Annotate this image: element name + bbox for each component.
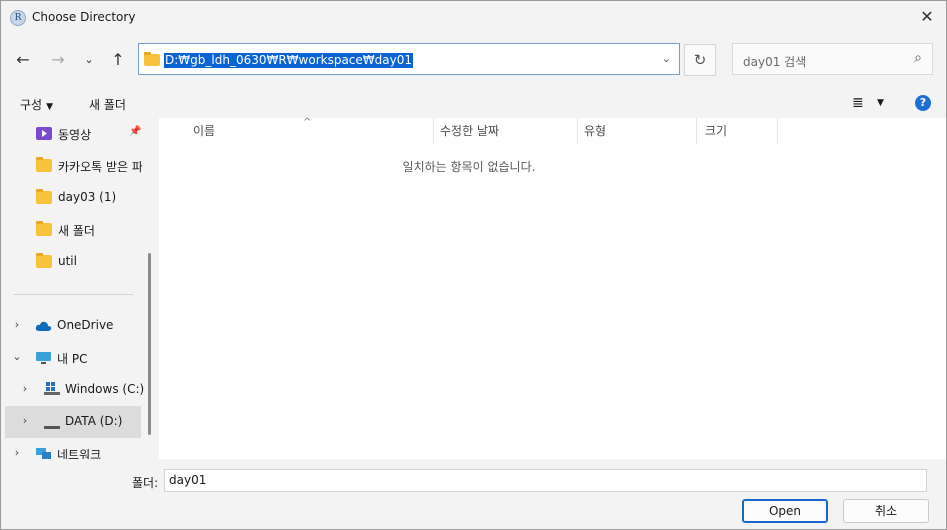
chevron-right-icon[interactable]: › — [11, 318, 23, 331]
organize-button[interactable]: 구성 ▼ — [20, 96, 53, 113]
column-header-date-modified[interactable]: 수정한 날짜 — [440, 118, 499, 144]
column-divider[interactable] — [577, 118, 578, 144]
choose-directory-dialog: R Choose Directory ✕ ← → ⌄ ↑ D:₩gb_ldh_0… — [0, 0, 947, 530]
pin-icon[interactable]: 📌 — [129, 126, 141, 137]
sidebar-item-label: util — [58, 254, 77, 268]
caret-down-icon: ▼ — [46, 102, 54, 112]
command-bar: 구성 ▼ 새 폴더 ≣ ▼ — [1, 88, 946, 118]
sidebar-item-data-d[interactable]: › DATA (D:) — [5, 406, 141, 438]
title-bar: R Choose Directory ✕ — [1, 1, 946, 34]
sidebar-item-kakaotalk[interactable]: 카카오톡 받은 파 — [5, 150, 142, 182]
sidebar-item-videos[interactable]: 동영상 📌 — [5, 118, 141, 150]
divider — [13, 294, 133, 295]
address-path[interactable]: D:₩gb_ldh_0630₩R₩workspace₩day01 — [164, 53, 413, 68]
folder-name-input[interactable]: day01 — [164, 469, 927, 492]
cancel-button[interactable]: 취소 — [843, 499, 929, 523]
back-arrow-icon[interactable]: ← — [11, 48, 35, 72]
sort-ascending-icon: ^ — [303, 117, 312, 128]
forward-arrow-icon[interactable]: → — [46, 48, 70, 72]
network-icon — [35, 447, 51, 459]
new-folder-button[interactable]: 새 폴더 — [89, 96, 126, 113]
folder-icon — [36, 189, 52, 204]
address-bar[interactable]: D:₩gb_ldh_0630₩R₩workspace₩day01 ⌄ — [138, 43, 680, 75]
sidebar-item-day03[interactable]: day03 (1) — [5, 182, 141, 214]
sidebar-item-label: 카카오톡 받은 파 — [58, 160, 142, 174]
chevron-right-icon[interactable]: › — [19, 414, 31, 427]
sidebar-item-label: Windows (C:) — [65, 382, 145, 396]
folder-icon — [144, 52, 160, 66]
sidebar-item-new-folder[interactable]: 새 폴더 — [5, 214, 141, 246]
sidebar-item-label: 새 폴더 — [58, 224, 95, 238]
file-list-pane: 이름 ^ 수정한 날짜 유형 크기 일치하는 항목이 없습니다. — [159, 117, 946, 459]
column-divider[interactable] — [696, 118, 697, 144]
chevron-down-icon[interactable]: ⌄ — [662, 52, 671, 65]
pc-icon — [35, 351, 51, 364]
windows-drive-icon — [44, 382, 60, 395]
footer-panel: 폴더: day01 Open 취소 — [1, 459, 946, 529]
chevron-right-icon[interactable]: › — [19, 382, 31, 395]
sidebar-item-label: 내 PC — [57, 352, 88, 366]
folder-icon — [36, 157, 52, 172]
up-arrow-icon[interactable]: ↑ — [106, 48, 130, 72]
column-header-size[interactable]: 크기 — [705, 118, 727, 144]
search-box[interactable]: day01 검색 ⌕ — [732, 43, 933, 75]
search-icon[interactable]: ⌕ — [914, 50, 922, 66]
column-divider[interactable] — [777, 118, 778, 144]
drive-icon — [44, 419, 60, 429]
sidebar-item-label: 네트워크 — [57, 448, 102, 459]
help-icon[interactable]: ? — [915, 95, 931, 111]
recent-locations-chevron-icon[interactable]: ⌄ — [77, 48, 101, 72]
r-app-icon: R — [10, 10, 26, 26]
cloud-icon — [35, 320, 52, 333]
scrollbar-thumb[interactable] — [148, 253, 151, 435]
chevron-right-icon[interactable]: › — [11, 446, 23, 459]
view-options-icon[interactable]: ≣ — [852, 95, 864, 111]
empty-state-message: 일치하는 항목이 없습니다. — [402, 160, 536, 174]
sidebar-item-util[interactable]: util — [5, 246, 141, 278]
sidebar-item-label: DATA (D:) — [65, 414, 123, 428]
column-divider[interactable] — [433, 118, 434, 144]
sidebar-item-windows-c[interactable]: › Windows (C:) — [5, 374, 145, 406]
chevron-down-icon[interactable]: ⌄ — [11, 350, 23, 363]
video-folder-icon — [36, 127, 52, 140]
column-header-type[interactable]: 유형 — [584, 118, 606, 144]
open-button[interactable]: Open — [742, 499, 828, 523]
sidebar-item-label: 동영상 — [58, 128, 92, 142]
folder-label: 폴더: — [132, 476, 159, 490]
search-placeholder: day01 검색 — [743, 55, 807, 69]
sidebar-item-this-pc[interactable]: ⌄ 내 PC — [5, 342, 141, 374]
sidebar-item-network[interactable]: › 네트워크 — [5, 438, 141, 459]
sidebar-item-onedrive[interactable]: › OneDrive — [5, 310, 141, 342]
sidebar-item-label: OneDrive — [57, 318, 114, 332]
refresh-icon[interactable]: ↻ — [684, 44, 716, 76]
view-caret-down-icon[interactable]: ▼ — [877, 98, 884, 108]
folder-icon — [36, 253, 52, 268]
sidebar-item-label: day03 (1) — [58, 190, 117, 204]
navigation-pane: 동영상 📌 카카오톡 받은 파 day03 (1) 새 폴더 util › On… — [1, 118, 158, 459]
column-header-name[interactable]: 이름 — [193, 118, 215, 144]
window-title: Choose Directory — [32, 10, 136, 24]
folder-icon — [36, 221, 52, 236]
organize-label: 구성 — [20, 98, 43, 112]
close-icon[interactable]: ✕ — [916, 6, 938, 28]
